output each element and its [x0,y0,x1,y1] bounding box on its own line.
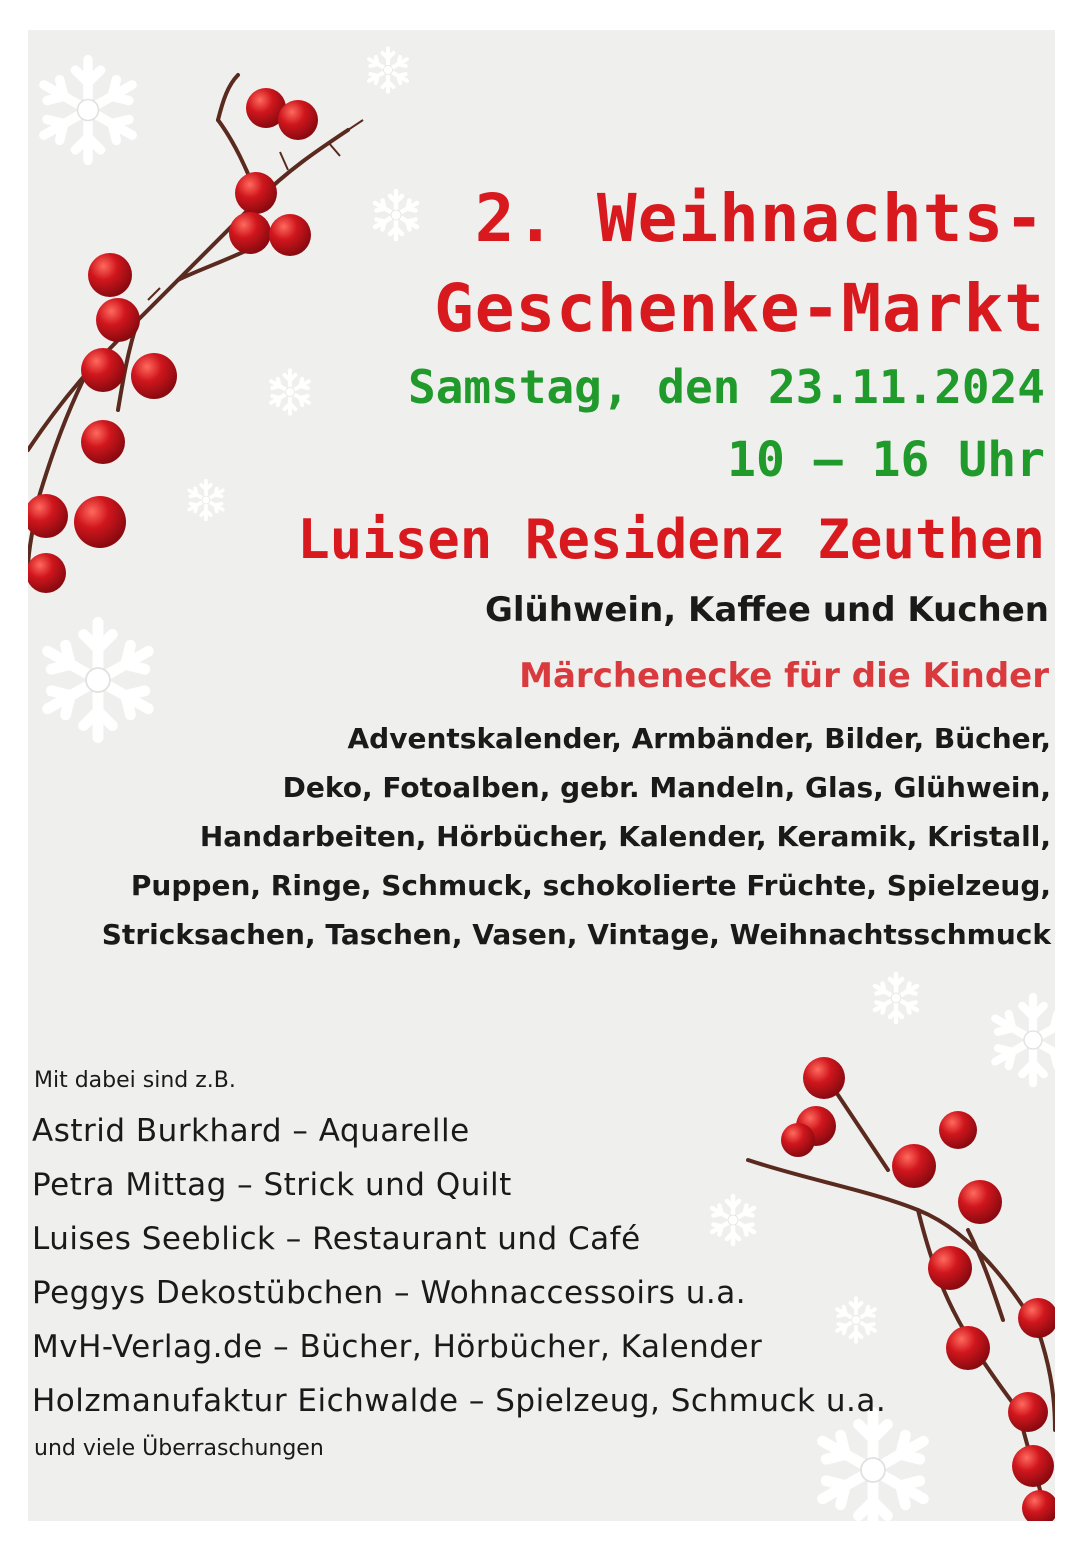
vendor-item: MvH-Verlag.de – Bücher, Hörbücher, Kalen… [32,1329,763,1365]
title-line-2: Geschenke-Markt [433,270,1045,347]
product-list: Adventskalender, Armbänder, Bilder, Büch… [102,714,1051,959]
product-line: Deko, Fotoalben, gebr. Mandeln, Glas, Gl… [282,771,1051,804]
snowflake-icon [823,1412,924,1521]
kids-corner-text: Märchenecke für die Kinder [519,656,1049,696]
product-line: Puppen, Ringe, Schmuck, schokolierte Frü… [130,869,1051,902]
product-line: Stricksachen, Taschen, Vasen, Vintage, W… [101,918,1051,951]
snowflake-icon [187,478,225,522]
vendor-item: Luises Seeblick – Restaurant und Café [32,1221,641,1257]
snowflake-icon [271,370,309,413]
snowflake-icon [369,48,407,91]
product-line: Adventskalender, Armbänder, Bilder, Büch… [347,722,1052,755]
vendor-list: Astrid Burkhard – Aquarelle Petra Mittag… [32,1104,886,1428]
snowflake-icon [875,974,917,1022]
event-venue: Luisen Residenz Zeuthen [297,508,1045,571]
event-date: Samstag, den 23.11.2024 [408,360,1045,414]
vendor-item: Petra Mittag – Strick und Quilt [32,1167,512,1203]
vendor-item: Astrid Burkhard – Aquarelle [32,1113,470,1149]
title-line-1: 2. Weihnachts- [474,180,1045,257]
snowflake-icon [44,60,132,161]
event-time: 10 – 16 Uhr [727,432,1045,488]
vendor-item: Peggys Dekostübchen – Wohnaccessoirs u.a… [32,1275,747,1311]
closing-text: und viele Überraschungen [34,1436,324,1461]
snowflake-icon [375,191,417,239]
snowflake-icon [995,997,1055,1083]
vendor-item: Holzmanufaktur Eichwalde – Spielzeug, Sc… [32,1383,887,1419]
vendors-intro: Mit dabei sind z.B. [34,1068,236,1093]
refreshments-text: Glühwein, Kaffee und Kuchen [484,590,1049,630]
poster: 2. Weihnachts- Geschenke-Markt Samstag, … [28,30,1055,1521]
product-line: Handarbeiten, Hörbücher, Kalender, Keram… [199,820,1051,853]
